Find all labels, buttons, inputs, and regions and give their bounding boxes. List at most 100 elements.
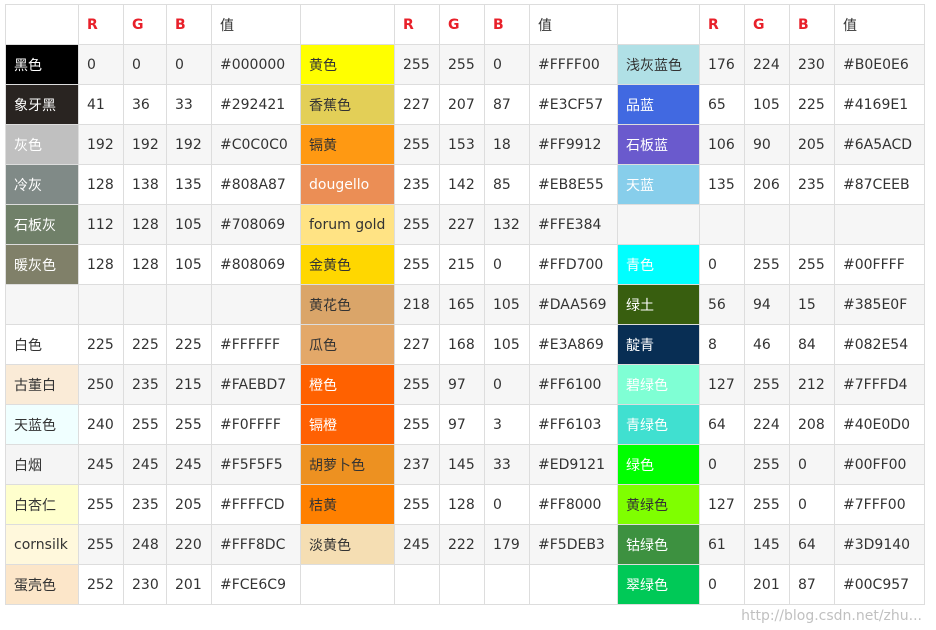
color-name-cell: 橙色 [300,364,395,405]
hex-value-cell: #FF6103 [529,404,618,445]
table-row: 黄花色 218 165 105 #DAA569 绿土 56 94 15 #385E0F [5,284,925,325]
table-row: cornsilk 255 248 220 #FFF8DC 淡黄色 245 222 179 #F5D… [5,524,925,565]
r-value-cell [78,284,124,325]
b-value-cell: 192 [166,124,212,165]
b-value-cell: 225 [166,324,212,365]
hex-value-cell: #F5F5F5 [211,444,301,485]
hex-value-cell: #C0C0C0 [211,124,301,165]
g-value-cell: 207 [439,84,485,125]
r-value-cell: 227 [394,84,440,125]
r-value-cell [394,564,440,605]
b-value-cell: 208 [789,404,835,445]
hex-value-cell: #385E0F [834,284,925,325]
g-value-cell: 224 [744,404,790,445]
hex-value-cell: #FF6100 [529,364,618,405]
table-row: 冷灰 128 138 135 #808A87 dougello 235 142 85 #EB8E5… [5,164,925,205]
hex-value-cell: #6A5ACD [834,124,925,165]
r-value-cell: 65 [699,84,745,125]
color-name-cell: 绿土 [617,284,700,325]
r-value-cell [699,204,745,245]
b-value-cell: 0 [484,244,530,285]
color-name-cell: 暖灰色 [5,244,79,285]
table-row: 黑色 0 0 0 #000000 黄色 255 255 0 #FFFF00 浅灰蓝色 176 224 23… [5,44,925,85]
r-value-cell: 255 [394,124,440,165]
hex-value-cell: #FFFF00 [529,44,618,85]
hex-value-cell: #000000 [211,44,301,85]
g-value-cell: 215 [439,244,485,285]
header-g: G [439,4,485,45]
table-row: 天蓝色 240 255 255 #F0FFFF 镉橙 255 97 3 #FF6103 青绿色 64 2… [5,404,925,445]
color-name-cell: 石板灰 [5,204,79,245]
r-value-cell: 127 [699,484,745,525]
hex-value-cell: #FFE384 [529,204,618,245]
table-row: 灰色 192 192 192 #C0C0C0 镉黄 255 153 18 #FF9912 石板蓝 10… [5,124,925,165]
b-value-cell: 212 [789,364,835,405]
hex-value-cell: #F0FFFF [211,404,301,445]
header-hex: 值 [529,4,618,45]
g-value-cell: 227 [439,204,485,245]
hex-value-cell: #3D9140 [834,524,925,565]
b-value-cell: 245 [166,444,212,485]
g-value-cell: 0 [123,44,167,85]
b-value-cell: 105 [166,244,212,285]
hex-value-cell: #808069 [211,244,301,285]
table-row: 象牙黑 41 36 33 #292421 香蕉色 227 207 87 #E3CF57 品蓝 65 10… [5,84,925,125]
r-value-cell: 218 [394,284,440,325]
color-name-cell: 镉橙 [300,404,395,445]
r-value-cell: 8 [699,324,745,365]
hex-value-cell: #FFF8DC [211,524,301,565]
color-name-cell: 古董白 [5,364,79,405]
color-name-cell [5,284,79,325]
hex-value-cell: #FFFFFF [211,324,301,365]
watermark: http://blog.csdn.net/zhu... [741,608,922,624]
r-value-cell: 255 [394,404,440,445]
g-value-cell: 255 [744,244,790,285]
hex-value-cell: #7FFFD4 [834,364,925,405]
hex-value-cell: #EB8E55 [529,164,618,205]
color-name-cell: 钴绿色 [617,524,700,565]
color-name-cell: 靛青 [617,324,700,365]
color-name-cell: 翠绿色 [617,564,700,605]
header-hex: 值 [211,4,301,45]
r-value-cell: 255 [394,364,440,405]
g-value-cell: 255 [744,364,790,405]
g-value-cell: 142 [439,164,485,205]
g-value-cell: 165 [439,284,485,325]
header-row: R G B 值 R G B 值 R G B 值 [5,4,925,45]
color-name-cell: 胡萝卜色 [300,444,395,485]
hex-value-cell [211,284,301,325]
color-name-cell: 石板蓝 [617,124,700,165]
r-value-cell: 255 [394,44,440,85]
g-value-cell: 222 [439,524,485,565]
g-value-cell: 128 [439,484,485,525]
g-value-cell: 206 [744,164,790,205]
hex-value-cell: #FAEBD7 [211,364,301,405]
b-value-cell: 205 [166,484,212,525]
hex-value-cell: #FF9912 [529,124,618,165]
color-name-cell: dougello [300,164,395,205]
hex-value-cell: #708069 [211,204,301,245]
r-value-cell: 106 [699,124,745,165]
b-value-cell: 0 [484,484,530,525]
g-value-cell: 230 [123,564,167,605]
r-value-cell: 235 [394,164,440,205]
r-value-cell: 61 [699,524,745,565]
color-name-cell: 黄花色 [300,284,395,325]
g-value-cell: 105 [744,84,790,125]
hex-value-cell: #FFFFCD [211,484,301,525]
r-value-cell: 245 [394,524,440,565]
b-value-cell: 205 [789,124,835,165]
r-value-cell: 237 [394,444,440,485]
r-value-cell: 252 [78,564,124,605]
r-value-cell: 112 [78,204,124,245]
hex-value-cell [834,204,925,245]
g-value-cell: 192 [123,124,167,165]
b-value-cell: 135 [166,164,212,205]
g-value-cell: 248 [123,524,167,565]
b-value-cell: 33 [166,84,212,125]
hex-value-cell: #808A87 [211,164,301,205]
color-name-cell: forum gold [300,204,395,245]
g-value-cell: 245 [123,444,167,485]
color-name-cell: 灰色 [5,124,79,165]
hex-value-cell: #00FF00 [834,444,925,485]
